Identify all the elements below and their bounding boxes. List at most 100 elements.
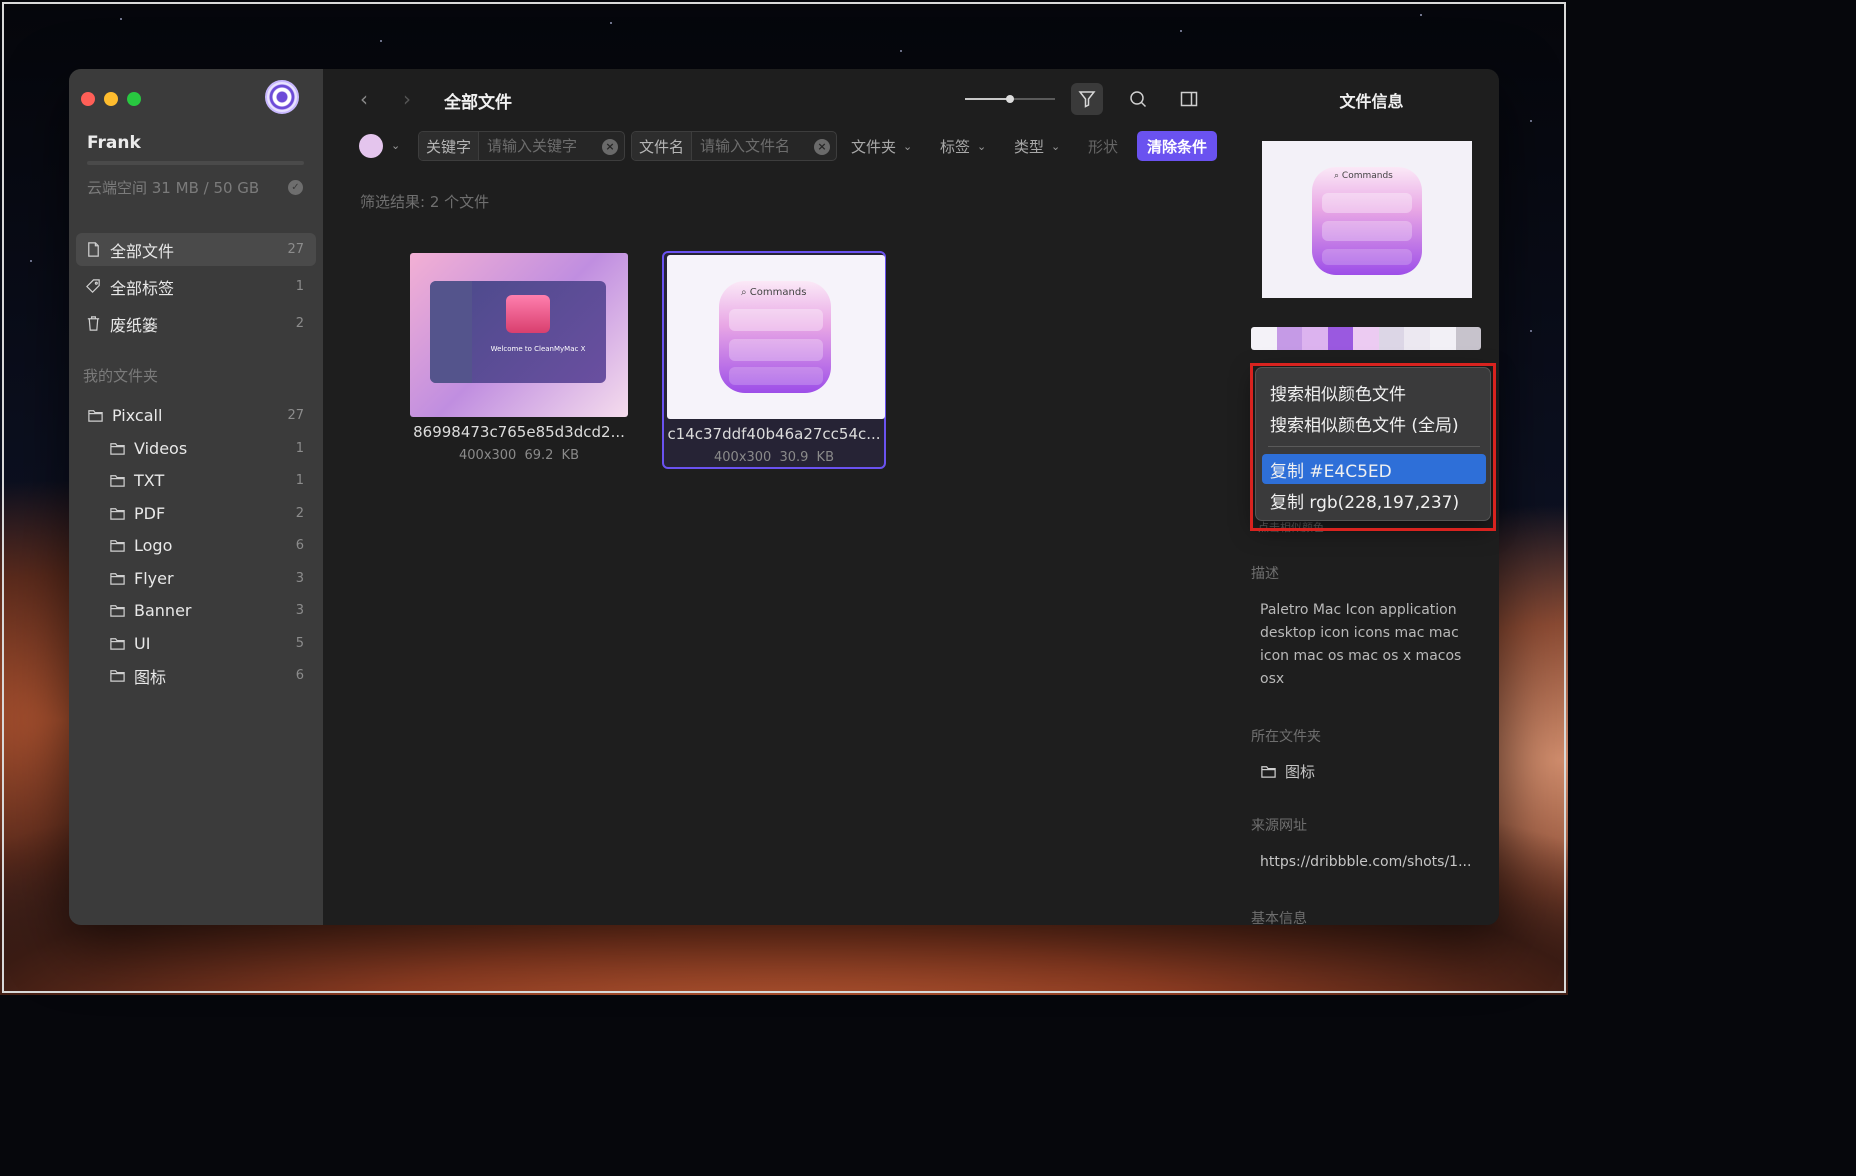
clear-keyword-icon[interactable]: × — [602, 139, 618, 155]
sidebar-item-label: Videos — [134, 439, 188, 458]
zoom-slider[interactable] — [965, 95, 1055, 103]
palette-swatch[interactable] — [1378, 327, 1405, 350]
palette-swatch[interactable] — [1429, 327, 1456, 350]
shape-dropdown[interactable]: 形状 — [1088, 136, 1118, 157]
folder-icon — [108, 440, 126, 458]
palette-swatch[interactable] — [1251, 327, 1277, 350]
description-text[interactable]: Paletro Mac Icon application desktop ico… — [1260, 599, 1480, 691]
keyword-input[interactable] — [479, 137, 600, 155]
result-count: 筛选结果: 2 个文件 — [360, 193, 490, 211]
toggle-inspector-button[interactable] — [1173, 83, 1205, 115]
sidebar-folder-ui[interactable]: UI 5 — [76, 627, 316, 660]
zoom-window-button[interactable] — [127, 92, 141, 106]
file-card[interactable]: Welcome to CleanMyMac X 86998473c765e85d… — [407, 251, 631, 469]
palette-swatch[interactable] — [1327, 327, 1354, 350]
sidebar-item-count: 1 — [295, 473, 304, 488]
file-meta: 400x300 30.9 KB — [664, 450, 884, 465]
minimize-window-button[interactable] — [104, 92, 118, 106]
type-dropdown[interactable]: 类型 ⌄ — [1014, 136, 1060, 157]
file-thumbnail: Welcome to CleanMyMac X — [410, 253, 628, 417]
sidebar-item-label: 全部文件 — [110, 241, 175, 261]
search-icon: ⌕ — [741, 287, 747, 298]
keyword-field: 关键字 × — [418, 131, 625, 161]
filter-button[interactable] — [1071, 83, 1103, 115]
palette-swatch[interactable] — [1353, 327, 1379, 350]
sidebar-item-label: 图标 — [134, 667, 167, 687]
keyword-label: 关键字 — [419, 132, 480, 160]
clear-filters-button[interactable]: 清除条件 — [1137, 131, 1218, 161]
sidebar-item-label: Banner — [134, 601, 192, 620]
chevron-down-icon: ⌄ — [977, 140, 987, 153]
sidebar-item-count: 27 — [287, 242, 304, 257]
back-button[interactable]: ‹ — [360, 87, 368, 111]
folder-icon — [108, 570, 126, 588]
close-window-button[interactable] — [81, 92, 95, 106]
file-name: c14c37ddf40b46a27cc54c... — [667, 425, 881, 443]
file-icon — [84, 241, 102, 259]
quota-text: 云端空间 31 MB / 50 GB — [87, 179, 260, 197]
sidebar-item-count: 6 — [295, 668, 304, 683]
color-filter-swatch[interactable] — [359, 134, 383, 158]
sidebar-folder-pdf[interactable]: PDF 2 — [76, 497, 316, 530]
shape-dropdown-label: 形状 — [1088, 138, 1118, 156]
zoom-slider-handle[interactable] — [1006, 95, 1014, 103]
sidebar-folder-banner[interactable]: Banner 3 — [76, 594, 316, 627]
file-card-selected[interactable]: ⌕ Commands c14c37ddf40b46a27cc54c... 400… — [662, 251, 886, 469]
search-button[interactable] — [1122, 83, 1154, 115]
filename-input[interactable] — [692, 137, 813, 155]
sidebar-folder-flyer[interactable]: Flyer 3 — [76, 562, 316, 595]
folder-icon — [108, 602, 126, 620]
folder-label: 所在文件夹 — [1251, 729, 1321, 745]
sidebar-item-count: 2 — [295, 506, 304, 521]
sidebar-item-label: UI — [134, 634, 151, 653]
file-size: 69.2 KB — [524, 448, 579, 463]
forward-button[interactable]: › — [403, 87, 411, 111]
file-name: 86998473c765e85d3dcd2... — [413, 423, 625, 441]
info-title: 文件信息 — [1339, 92, 1404, 111]
file-meta: 400x300 69.2 KB — [407, 448, 631, 463]
tag-dropdown[interactable]: 标签 ⌄ — [940, 136, 986, 157]
sidebar-item-count: 1 — [295, 279, 304, 294]
palette-swatch[interactable] — [1302, 327, 1328, 350]
folder-icon — [1261, 766, 1276, 778]
color-palette — [1251, 327, 1481, 350]
sidebar-folder-icons[interactable]: 图标 6 — [76, 659, 316, 692]
folder-icon — [108, 537, 126, 555]
sidebar-folder-pixcall[interactable]: Pixcall 27 — [76, 399, 316, 432]
page-title: 全部文件 — [444, 93, 512, 113]
filename-field: 文件名 × — [631, 131, 837, 161]
clear-filename-icon[interactable]: × — [814, 139, 830, 155]
file-thumbnail: ⌕ Commands — [667, 255, 885, 419]
sidebar-item-count: 27 — [287, 408, 304, 423]
sidebar-item-trash[interactable]: 废纸篓 2 — [76, 307, 316, 340]
chevron-down-icon[interactable]: ⌄ — [391, 139, 400, 152]
description-label: 描述 — [1251, 566, 1279, 582]
filter-bar: ⌄ 关键字 × 文件名 × 文件夹 ⌄ 标签 ⌄ 类型 ⌄ — [359, 131, 1239, 161]
sidebar-folder-logo[interactable]: Logo 6 — [76, 529, 316, 562]
main-content: ‹ › 全部文件 ⌄ 关键字 × 文件名 × — [323, 69, 1244, 925]
sidebar-item-label: Logo — [134, 536, 173, 555]
thumbnail-text: ⌕ Commands — [741, 287, 807, 298]
palette-swatch[interactable] — [1276, 327, 1303, 350]
sidebar-item-label: PDF — [134, 504, 166, 523]
source-url[interactable]: https://dribbble.com/shots/1... — [1260, 854, 1471, 870]
palette-swatch[interactable] — [1404, 327, 1430, 350]
avatar[interactable] — [265, 80, 299, 114]
annotation-highlight-box — [1250, 363, 1496, 531]
folder-icon — [108, 505, 126, 523]
sidebar-folder-txt[interactable]: TXT 1 — [76, 464, 316, 497]
sidebar-item-count: 6 — [295, 538, 304, 553]
sidebar-item-count: 3 — [295, 571, 304, 586]
chevron-down-icon: ⌄ — [1051, 140, 1061, 153]
sidebar-item-count: 3 — [295, 603, 304, 618]
sidebar-folder-videos[interactable]: Videos 1 — [76, 432, 316, 465]
folder-value[interactable]: 图标 — [1260, 761, 1315, 782]
sidebar-item-all-files[interactable]: 全部文件 27 — [76, 233, 316, 266]
username: Frank — [87, 133, 141, 153]
file-preview: ⌕ Commands — [1262, 141, 1472, 298]
preview-text: ⌕ Commands — [1334, 171, 1393, 181]
folder-dropdown[interactable]: 文件夹 ⌄ — [851, 136, 912, 157]
sidebar-item-all-tags[interactable]: 全部标签 1 — [76, 270, 316, 303]
search-icon — [1130, 91, 1147, 108]
palette-swatch[interactable] — [1455, 327, 1481, 350]
